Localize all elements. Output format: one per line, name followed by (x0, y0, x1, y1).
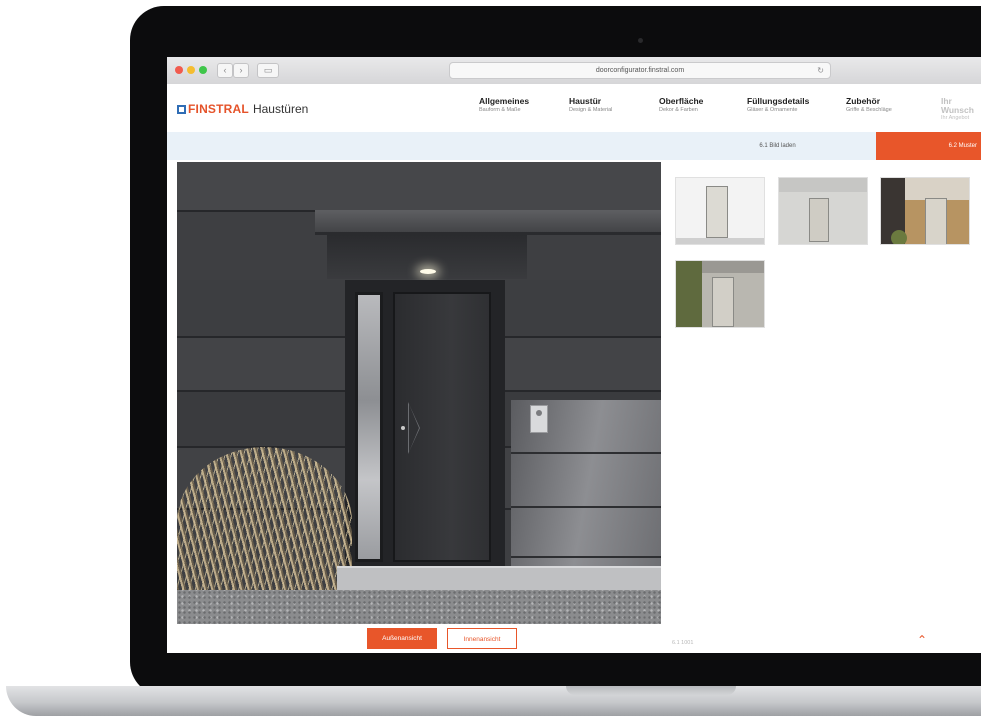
logo-product: Haustüren (252, 102, 309, 116)
browser-toolbar: ‹ › ▭ doorconfigurator.finstral.com ↻ (167, 57, 981, 85)
panel-joint (511, 452, 661, 454)
maximize-window-icon[interactable] (199, 66, 207, 74)
thumbnail-door (712, 277, 734, 327)
close-window-icon[interactable] (175, 66, 183, 74)
intercom-icon (530, 405, 548, 433)
ceiling-light (420, 269, 436, 274)
sample-thumbnail[interactable] (880, 177, 970, 245)
panel-joint (511, 556, 661, 558)
door-preview-image (177, 162, 661, 624)
step-title: Allgemeines (479, 96, 530, 106)
logo[interactable]: FINSTRAL Haustüren (177, 102, 308, 116)
thumbnail-plant (891, 230, 907, 244)
door-handle (408, 402, 420, 454)
sidebar-toggle-icon[interactable]: ▭ (257, 63, 279, 78)
step-subtitle: Gläser & Ornamente (747, 106, 798, 113)
step-subtitle: Ihr Angebot (941, 115, 970, 121)
thumbnail-ground (676, 238, 764, 244)
outside-view-button[interactable]: Außenansicht (367, 628, 437, 649)
step-subtitle: Design & Material (569, 106, 613, 113)
thumbnail-door (925, 198, 947, 244)
sample-thumbnail[interactable] (675, 260, 765, 328)
thumbnail-canopy (702, 261, 764, 273)
gravel-bed (177, 590, 661, 624)
sample-thumbnail[interactable] (675, 177, 765, 245)
address-bar[interactable]: doorconfigurator.finstral.com ↻ (449, 62, 831, 79)
thumbnail-door (706, 186, 728, 238)
front-door (393, 292, 491, 562)
panel-joint (511, 506, 661, 508)
step-title: Zubehör (846, 96, 880, 106)
step-title: Haustür (569, 96, 602, 106)
step-title: Oberfläche (659, 96, 704, 106)
chevron-up-icon[interactable]: ⌃ (916, 634, 928, 646)
subtab-bar: 6.1 Bild laden 6.2 Muster (167, 132, 981, 160)
thumbnail-canopy (779, 178, 867, 192)
thumbnail-hedge (676, 261, 702, 327)
step-ihr-wunsch[interactable]: Ihr Wunsch Ihr Angebot (941, 97, 981, 122)
tab-muster[interactable]: 6.2 Muster (876, 132, 981, 160)
entrance-step (337, 566, 661, 592)
minimize-window-icon[interactable] (187, 66, 195, 74)
laptop-notch (566, 686, 736, 695)
address-url: doorconfigurator.finstral.com (595, 67, 685, 74)
step-allgemeines[interactable]: Allgemeines Bauform & Maße (479, 97, 529, 113)
camera-icon (638, 38, 643, 43)
screen: ‹ › ▭ doorconfigurator.finstral.com ↻ FI… (167, 57, 981, 653)
door-lock (401, 426, 405, 430)
step-subtitle: Griffe & Beschläge (846, 106, 892, 113)
step-title: Füllungsdetails (747, 96, 810, 106)
tab-bild-laden[interactable]: 6.1 Bild laden (679, 132, 876, 160)
logo-brand: FINSTRAL (188, 102, 249, 116)
forward-button[interactable]: › (233, 63, 249, 78)
step-title: Ihr Wunsch (941, 96, 974, 115)
step-zubehoer[interactable]: Zubehör Griffe & Beschläge (846, 97, 892, 113)
laptop-base (6, 686, 981, 716)
article-number: 6.1 1001 (672, 640, 694, 646)
inside-view-button[interactable]: Innenansicht (447, 628, 517, 649)
step-subtitle: Bauform & Maße (479, 106, 521, 113)
wall-panel (177, 162, 661, 212)
thumbnail-door (809, 198, 829, 242)
ornamental-grass (177, 447, 352, 597)
step-haustuer[interactable]: Haustür Design & Material (569, 97, 612, 113)
app-header: FINSTRAL Haustüren Allgemeines Bauform &… (167, 84, 981, 132)
sample-thumbnail[interactable] (778, 177, 868, 245)
reload-icon[interactable]: ↻ (817, 63, 824, 78)
back-button[interactable]: ‹ (217, 63, 233, 78)
step-oberflaeche[interactable]: Oberfläche Dekor & Farben (659, 97, 703, 113)
step-subtitle: Dekor & Farben (659, 106, 698, 113)
door-sidelight (355, 292, 383, 562)
canopy (315, 210, 661, 235)
logo-mark-icon (177, 104, 186, 114)
step-fuellungsdetails[interactable]: Füllungsdetails Gläser & Ornamente (747, 97, 809, 113)
